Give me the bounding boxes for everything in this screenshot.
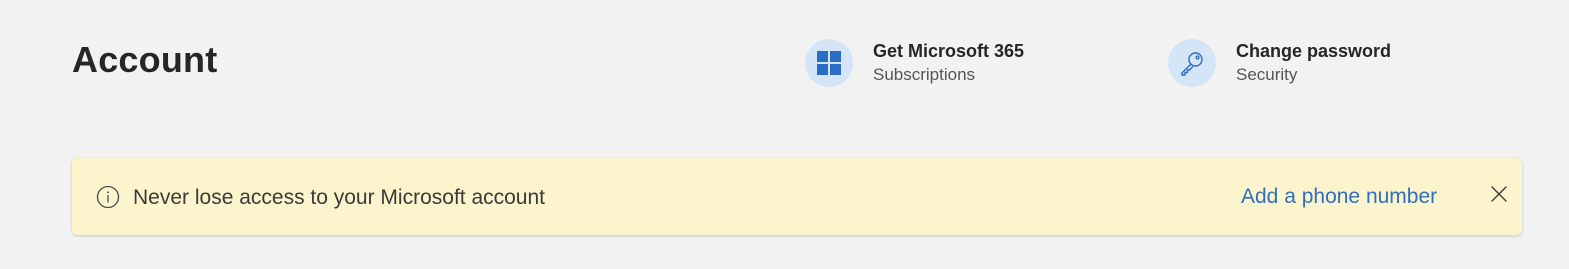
- phone-number-banner: Never lose access to your Microsoft acco…: [72, 158, 1522, 235]
- get-microsoft-365-link[interactable]: Get Microsoft 365 Subscriptions: [805, 38, 1024, 88]
- quick-link-title: Change password: [1236, 41, 1392, 61]
- close-icon[interactable]: [1489, 184, 1509, 204]
- change-password-link[interactable]: Change password Security: [1168, 38, 1391, 88]
- page-title: Account: [72, 39, 218, 80]
- quick-link-subtitle: Security: [1236, 65, 1298, 84]
- key-icon: [1168, 39, 1216, 87]
- quick-link-title: Get Microsoft 365: [873, 41, 1025, 61]
- banner-message: Never lose access to your Microsoft acco…: [133, 186, 546, 209]
- add-phone-number-link[interactable]: Add a phone number: [1241, 183, 1437, 211]
- windows-grid-icon: [805, 39, 853, 87]
- info-icon: [96, 185, 120, 209]
- quick-link-subtitle: Subscriptions: [873, 65, 976, 84]
